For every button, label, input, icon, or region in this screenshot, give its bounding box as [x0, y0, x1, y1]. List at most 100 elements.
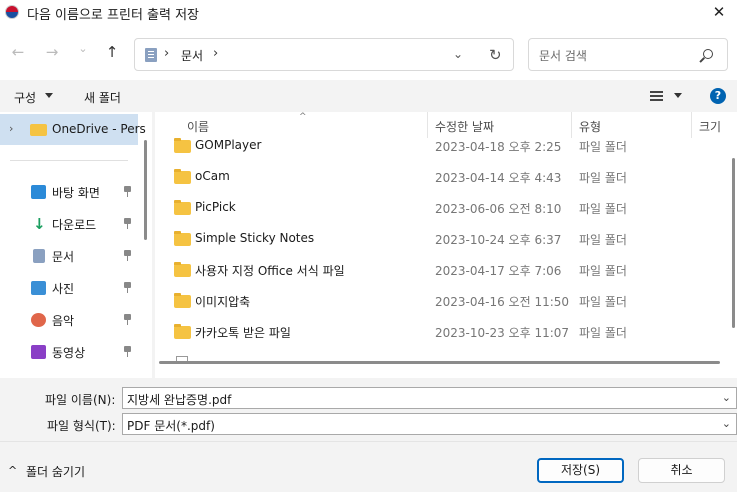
- filetype-select[interactable]: PDF 문서(*.pdf) ⌄: [122, 413, 737, 435]
- sidebar-item-label: 음악: [52, 314, 75, 328]
- onedrive-folder-icon: [30, 124, 47, 136]
- folder-icon: [174, 262, 191, 277]
- filename-input[interactable]: 지방세 완납증명.pdf: [127, 391, 231, 408]
- sidebar-item-documents[interactable]: 문서: [0, 241, 140, 271]
- file-date: 2023-10-23 오후 11:07: [435, 326, 570, 340]
- file-date: 2023-04-17 오후 7:06: [435, 264, 562, 278]
- filetype-value[interactable]: PDF 문서(*.pdf): [127, 417, 215, 434]
- breadcrumb-documents[interactable]: 문서: [181, 47, 203, 64]
- sidebar-item-music[interactable]: 음악: [0, 305, 140, 335]
- desktop-icon: [31, 185, 46, 199]
- documents-icon: [33, 249, 45, 263]
- file-list: ^ 이름 수정한 날짜 유형 크기 GOMPlayer 2023-04-18 오…: [155, 112, 737, 378]
- folder-icon: [174, 231, 191, 246]
- table-row[interactable]: oCam 2023-04-14 오후 4:43 파일 폴더: [155, 161, 715, 192]
- save-button[interactable]: 저장(S): [537, 458, 624, 483]
- folder-icon: [174, 138, 191, 153]
- folder-icon: [174, 324, 191, 339]
- pin-icon: [124, 250, 131, 261]
- folder-icon: [174, 200, 191, 215]
- sidebar-item-label: 다운로드: [52, 218, 97, 232]
- horizontal-scrollbar[interactable]: [159, 361, 720, 364]
- navigation-pane: › OneDrive - Pers 바탕 화면 ↓ 다운로드 문서 사진 음악 …: [0, 112, 152, 378]
- sidebar-item-label: 사진: [52, 282, 75, 296]
- cancel-button[interactable]: 취소: [638, 458, 725, 483]
- up-arrow-icon[interactable]: ↑: [102, 42, 122, 62]
- divider: [0, 441, 737, 442]
- vertical-scrollbar[interactable]: [732, 158, 735, 328]
- table-row[interactable]: 사용자 지정 Office 서식 파일 2023-04-17 오후 7:06 파…: [155, 254, 715, 285]
- breadcrumb-chevron-icon[interactable]: ›: [213, 46, 218, 61]
- file-date: 2023-10-24 오후 6:37: [435, 233, 562, 247]
- pin-icon: [124, 282, 131, 293]
- file-type: 파일 폴더: [579, 140, 627, 154]
- table-row[interactable]: Simple Sticky Notes 2023-10-24 오후 6:37 파…: [155, 223, 715, 254]
- music-icon: [31, 313, 46, 327]
- sidebar-item-pictures[interactable]: 사진: [0, 273, 140, 303]
- file-name: PicPick: [195, 200, 236, 214]
- expand-chevron-icon[interactable]: ›: [9, 122, 13, 135]
- file-date: 2023-04-14 오후 4:43: [435, 171, 562, 185]
- view-dropdown-icon[interactable]: [674, 93, 682, 98]
- pin-icon: [124, 218, 131, 229]
- pin-icon: [124, 314, 131, 325]
- filename-field[interactable]: 지방세 완납증명.pdf ⌄: [122, 387, 737, 409]
- sidebar-item-label: 동영상: [52, 346, 86, 360]
- help-icon[interactable]: ?: [710, 88, 726, 104]
- file-date: 2023-04-16 오전 11:50: [435, 295, 570, 309]
- folder-icon: [174, 293, 191, 308]
- sidebar-item-label: 문서: [52, 250, 75, 264]
- sidebar-item-desktop[interactable]: 바탕 화면: [0, 177, 140, 207]
- back-arrow-icon[interactable]: ←: [8, 42, 28, 62]
- window-title: 다음 이름으로 프린터 출력 저장: [27, 8, 200, 23]
- table-row[interactable]: PicPick 2023-06-06 오전 8:10 파일 폴더: [155, 192, 715, 223]
- recent-locations-chevron-icon[interactable]: ⌄: [73, 39, 93, 59]
- hide-folders-button[interactable]: 폴더 숨기기: [26, 463, 85, 480]
- search-input[interactable]: 문서 검색: [539, 47, 587, 64]
- table-row[interactable]: 이미지압축 2023-04-16 오전 11:50 파일 폴더: [155, 285, 715, 316]
- new-folder-button[interactable]: 새 폴더: [84, 89, 121, 106]
- chevron-up-icon[interactable]: ^: [8, 464, 17, 477]
- forward-arrow-icon[interactable]: →: [42, 42, 62, 62]
- chevron-down-icon[interactable]: ⌄: [722, 417, 731, 430]
- address-bar[interactable]: › 문서 › ⌄ ↻: [134, 38, 514, 71]
- sidebar-item-onedrive[interactable]: › OneDrive - Pers: [0, 114, 146, 145]
- navigation-scrollbar[interactable]: [144, 140, 147, 240]
- videos-icon: [31, 345, 46, 359]
- file-name: Simple Sticky Notes: [195, 231, 315, 245]
- sidebar-item-downloads[interactable]: ↓ 다운로드: [0, 209, 140, 239]
- refresh-icon[interactable]: ↻: [489, 46, 502, 64]
- table-row[interactable]: [155, 348, 715, 362]
- pin-icon: [124, 346, 131, 357]
- navigation-bar: ← → ⌄ ↑ › 문서 › ⌄ ↻ 문서 검색: [0, 24, 737, 80]
- pin-icon: [124, 186, 131, 197]
- file-name: 사용자 지정 Office 서식 파일: [195, 264, 345, 278]
- divider: [10, 160, 128, 161]
- search-box[interactable]: 문서 검색: [528, 38, 728, 71]
- close-button[interactable]: ✕: [701, 0, 737, 24]
- sort-ascending-icon: ^: [299, 112, 307, 122]
- search-icon[interactable]: [703, 49, 713, 59]
- file-type: 파일 폴더: [579, 264, 627, 278]
- sidebar-item-videos[interactable]: 동영상: [0, 337, 140, 367]
- table-row[interactable]: GOMPlayer 2023-04-18 오후 2:25 파일 폴더: [155, 130, 715, 161]
- breadcrumb-chevron-icon[interactable]: ›: [164, 46, 169, 61]
- file-type: 파일 폴더: [579, 171, 627, 185]
- file-name: GOMPlayer: [195, 138, 262, 152]
- view-list-icon[interactable]: [650, 91, 663, 101]
- download-icon: ↓: [33, 215, 46, 233]
- table-row[interactable]: 카카오톡 받은 파일 2023-10-23 오후 11:07 파일 폴더: [155, 316, 715, 347]
- file-name: oCam: [195, 169, 230, 183]
- file-type: 파일 폴더: [579, 326, 627, 340]
- address-dropdown-icon[interactable]: ⌄: [453, 47, 463, 61]
- file-date: 2023-06-06 오전 8:10: [435, 202, 562, 216]
- sidebar-item-label: 바탕 화면: [52, 186, 100, 200]
- file-type: 파일 폴더: [579, 295, 627, 309]
- save-form: 파일 이름(N): 지방세 완납증명.pdf ⌄ 파일 형식(T): PDF 문…: [0, 378, 737, 492]
- filename-label: 파일 이름(N):: [45, 393, 116, 407]
- organize-button[interactable]: 구성: [14, 89, 36, 106]
- chevron-down-icon[interactable]: ⌄: [722, 391, 731, 404]
- title-bar: 다음 이름으로 프린터 출력 저장 ✕: [0, 0, 737, 24]
- organize-dropdown-icon[interactable]: [45, 93, 53, 98]
- command-bar: 구성 새 폴더 ?: [0, 80, 737, 112]
